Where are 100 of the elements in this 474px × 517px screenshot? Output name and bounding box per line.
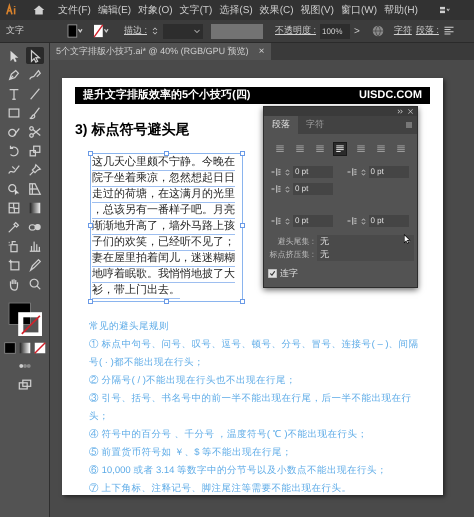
chevron-down-icon: [193, 27, 202, 35]
opacity-label[interactable]: 不透明度 :: [275, 24, 316, 38]
left-indent-icon: [270, 166, 282, 178]
paragraph-align-icon: [295, 144, 306, 154]
document-tab[interactable]: 5个文字排版小技巧.ai* @ 40% (RGB/GPU 预览) ×: [50, 43, 271, 60]
resize-handle[interactable]: [164, 298, 169, 304]
body-text-line: 妻在屋里拍着闰儿，迷迷糊糊: [92, 250, 235, 266]
eyedropper-icon: [7, 220, 21, 234]
tool-button[interactable]: [26, 47, 44, 64]
rule-item: ② 分隔号( / )不能出现在行头也不出现在行尾；: [89, 374, 297, 388]
type-tool-icon: [7, 86, 21, 100]
menu-item[interactable]: 文件(F): [58, 2, 91, 18]
menu-item[interactable]: 编辑(E): [98, 2, 132, 18]
dropdown-field[interactable]: 无: [317, 248, 414, 261]
document-title: 5个文字排版小技巧.ai* @ 40% (RGB/GPU 预览): [56, 44, 249, 58]
screen-mode-icon[interactable]: [16, 378, 32, 392]
stepper-icon[interactable]: [284, 184, 291, 194]
rule-item: ① 标点中句号、问号、叹号、逗号、顿号、分号、冒号、连接号( – )、间隔号( · )都不能出现在行头；: [89, 338, 420, 370]
paragraph-align-icon: [356, 144, 366, 154]
scissors-icon: [28, 124, 42, 138]
mouse-pointer-icon: [403, 232, 413, 246]
rule-item: ⑤ 前置货币符号如 ￥、$ 等不能出现在行尾；: [89, 446, 294, 460]
gradient-mode-icon[interactable]: [18, 342, 30, 354]
fill-stroke-swatches-icon[interactable]: [8, 302, 42, 336]
paragraph-align-icon: [335, 144, 346, 154]
slice-tool-icon: [28, 258, 42, 272]
brush-definition-field[interactable]: [211, 24, 264, 38]
resize-handle[interactable]: [240, 298, 245, 304]
indent-field[interactable]: 0 pt: [293, 166, 333, 178]
stroke-label[interactable]: 描边 :: [124, 24, 148, 38]
body-text-line: 院子坐着乘凉，忽然想起日日: [92, 170, 235, 186]
opacity-field[interactable]: 100%: [320, 24, 350, 38]
indent-field[interactable]: 0 pt: [293, 183, 333, 195]
align-left-icon[interactable]: [442, 25, 455, 37]
tool-label: 文字: [6, 24, 25, 38]
color-mode-icon[interactable]: [4, 342, 16, 354]
bar-chart-icon: [28, 238, 42, 252]
stepper-icon[interactable]: [284, 216, 291, 226]
resize-handle[interactable]: [88, 222, 93, 228]
section-heading: 3) 标点符号避头尾: [75, 120, 190, 139]
curvature-pen-icon: [28, 68, 42, 82]
tab-close-button[interactable]: ×: [258, 44, 265, 59]
tool-button[interactable]: [26, 180, 44, 197]
indent-field[interactable]: 0 pt: [368, 166, 408, 178]
dropdown-field[interactable]: 无: [317, 235, 414, 248]
panel-tab[interactable]: 字符: [298, 116, 332, 134]
menu-item[interactable]: 帮助(H): [384, 2, 418, 18]
direct-selection-icon: [28, 48, 42, 62]
paragraph-align-icon: [396, 144, 406, 154]
stepper-icon[interactable]: [284, 166, 291, 178]
artboard-tool-icon: [7, 258, 21, 272]
stepper-icon[interactable]: [151, 25, 160, 37]
first-line-indent-icon: [270, 183, 282, 195]
warp-tool-icon: [7, 162, 21, 176]
stepper-icon[interactable]: [360, 166, 366, 178]
paragraph-link[interactable]: 段落 :: [416, 24, 439, 38]
menu-item[interactable]: 窗口(W): [340, 2, 378, 18]
rule-item: ⑦ 上下角标、注释记号、脚注尾注等需要不能出现在行头。: [89, 482, 353, 496]
close-icon[interactable]: [407, 108, 414, 115]
resize-handle[interactable]: [164, 150, 169, 156]
banner-title: 提升文字排版效率的5个小技巧(四): [83, 88, 250, 103]
body-text-line: 子们的欢笑，已经听不见了；: [92, 234, 235, 250]
resize-handle[interactable]: [88, 298, 93, 304]
line-tool-icon: [28, 86, 42, 100]
alignment-button[interactable]: [333, 142, 348, 156]
panel-tab[interactable]: 段落: [264, 116, 298, 134]
paragraph-align-icon: [315, 144, 326, 154]
menu-item[interactable]: 视图(V): [300, 2, 334, 18]
menu-item[interactable]: 文字(T): [180, 2, 212, 18]
resize-handle[interactable]: [240, 150, 245, 156]
dropdown-label: 标点挤压集 :: [268, 248, 315, 260]
globe-icon[interactable]: [372, 25, 384, 37]
no-color-icon[interactable]: [34, 342, 46, 354]
body-text-line: 衫，带上门出去。: [92, 282, 180, 298]
more-arrow[interactable]: >: [354, 24, 360, 38]
home-icon[interactable]: [33, 4, 45, 16]
resize-handle[interactable]: [88, 150, 93, 156]
banner-site: UISDC.COM: [359, 88, 422, 103]
rule-item: ④ 符号中的百分号 、千分号 ，温度符号( ℃ )不能出现在行头；: [89, 428, 369, 442]
menu-item[interactable]: 对象(O): [138, 2, 173, 18]
menu-item[interactable]: 效果(C): [260, 2, 294, 18]
pen-tool-icon: [7, 68, 21, 82]
stepper-icon[interactable]: [360, 216, 366, 226]
menu-item[interactable]: 选择(S): [219, 2, 253, 18]
body-text-line: ，总该另有一番样子吧。月亮: [92, 202, 235, 218]
panel-menu-icon[interactable]: [405, 121, 413, 129]
rule-item: ⑥ 10,000 或者 3.14 等数字中的分节号以及小数点不能出现在行头；: [89, 464, 388, 478]
paintbrush-icon: [28, 106, 42, 120]
collapse-icon[interactable]: [397, 108, 404, 115]
pushpin-icon: [28, 162, 42, 176]
zoom-tool-icon: [28, 276, 42, 290]
indent-field[interactable]: 0 pt: [293, 215, 333, 227]
character-link[interactable]: 字符: [394, 24, 412, 38]
rectangle-tool-icon: [7, 106, 21, 120]
indent-field[interactable]: 0 pt: [368, 215, 408, 227]
checkbox[interactable]: [268, 269, 277, 278]
space-after-icon: [346, 215, 358, 227]
hand-tool-icon: [7, 276, 21, 290]
resize-handle[interactable]: [240, 222, 245, 228]
stroke-weight-field[interactable]: [163, 24, 204, 38]
